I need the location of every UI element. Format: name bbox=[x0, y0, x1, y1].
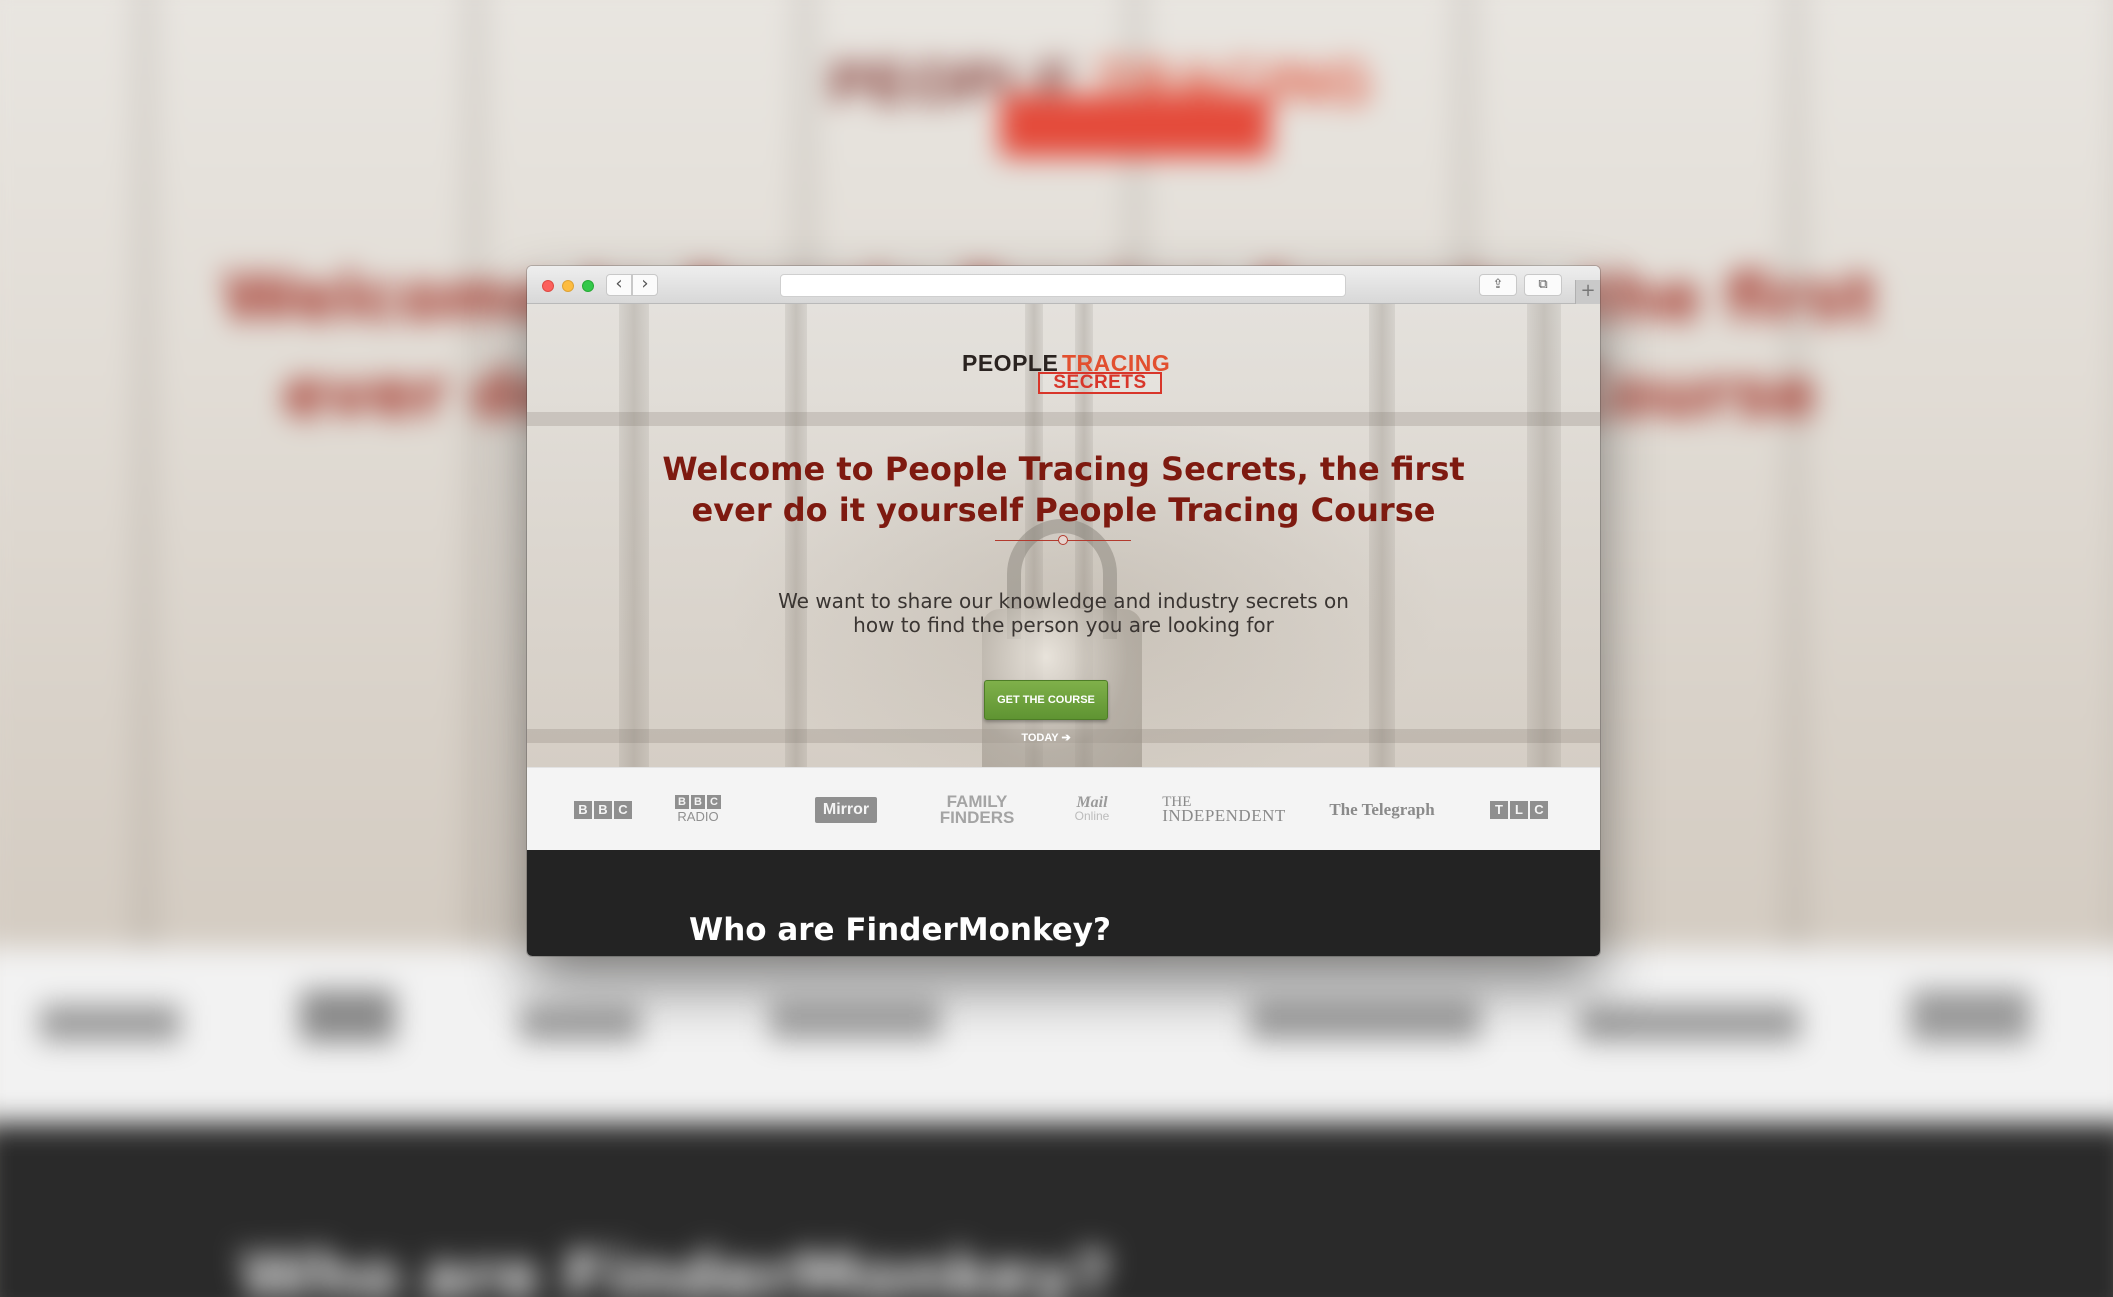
hero-headline: Welcome to People Tracing Secrets, the f… bbox=[662, 450, 1465, 529]
forward-button[interactable]: › bbox=[632, 274, 658, 296]
browser-window: ‹ › ⇪ ⧉ + PEOPLE TRACING SECRETS Welcome… bbox=[527, 266, 1600, 956]
tlc-logo: TLC bbox=[1484, 768, 1554, 851]
background-bar bbox=[1369, 304, 1395, 767]
background-bar bbox=[619, 304, 649, 767]
close-window-button[interactable] bbox=[542, 280, 554, 292]
independent-logo: THE INDEPENDENT bbox=[1162, 794, 1286, 825]
background-rail bbox=[527, 412, 1600, 426]
web-page: PEOPLE TRACING SECRETS Welcome to People… bbox=[527, 304, 1600, 956]
show-tabs-button[interactable]: ⧉ bbox=[1524, 274, 1562, 296]
share-button[interactable]: ⇪ bbox=[1479, 274, 1517, 296]
family-finders-logo: FAMILY FINDERS bbox=[939, 791, 1015, 827]
about-section: Who are FinderMonkey? bbox=[527, 850, 1600, 956]
new-tab-button[interactable]: + bbox=[1575, 280, 1600, 304]
minimize-window-button[interactable] bbox=[562, 280, 574, 292]
hero-section: PEOPLE TRACING SECRETS Welcome to People… bbox=[527, 304, 1600, 767]
background-bar bbox=[1527, 304, 1561, 767]
about-section-title: Who are FinderMonkey? bbox=[689, 912, 1111, 948]
background-bar bbox=[785, 304, 807, 767]
get-course-button[interactable]: GET THE COURSE TODAY ➔ bbox=[984, 680, 1108, 744]
share-icon: ⇪ bbox=[1492, 277, 1504, 292]
mirror-logo: Mirror bbox=[814, 768, 878, 851]
address-bar[interactable] bbox=[780, 274, 1346, 297]
chevron-left-icon: ‹ bbox=[615, 273, 623, 294]
chevron-right-icon: › bbox=[641, 273, 649, 294]
plus-icon: + bbox=[1580, 280, 1596, 301]
divider-ornament-icon bbox=[1058, 535, 1068, 545]
maximize-window-button[interactable] bbox=[582, 280, 594, 292]
hero-subtext: We want to share our knowledge and indus… bbox=[778, 589, 1349, 637]
telegraph-logo: The Telegraph bbox=[1329, 799, 1435, 819]
press-logos-strip: BBC BBC RADIO Mirror FAMILY FINDERS Mail… bbox=[527, 767, 1600, 850]
bbc-radio-logo: BBC RADIO bbox=[663, 768, 733, 851]
tabs-icon: ⧉ bbox=[1538, 277, 1548, 292]
logo-secrets-text: SECRETS bbox=[1038, 372, 1162, 394]
site-logo[interactable]: PEOPLE TRACING SECRETS bbox=[962, 350, 1170, 400]
bbc-logo: BBC bbox=[574, 768, 632, 851]
browser-toolbar: ‹ › ⇪ ⧉ + bbox=[527, 266, 1600, 304]
back-button[interactable]: ‹ bbox=[606, 274, 632, 296]
mail-online-logo: Mail Online bbox=[1074, 794, 1110, 823]
